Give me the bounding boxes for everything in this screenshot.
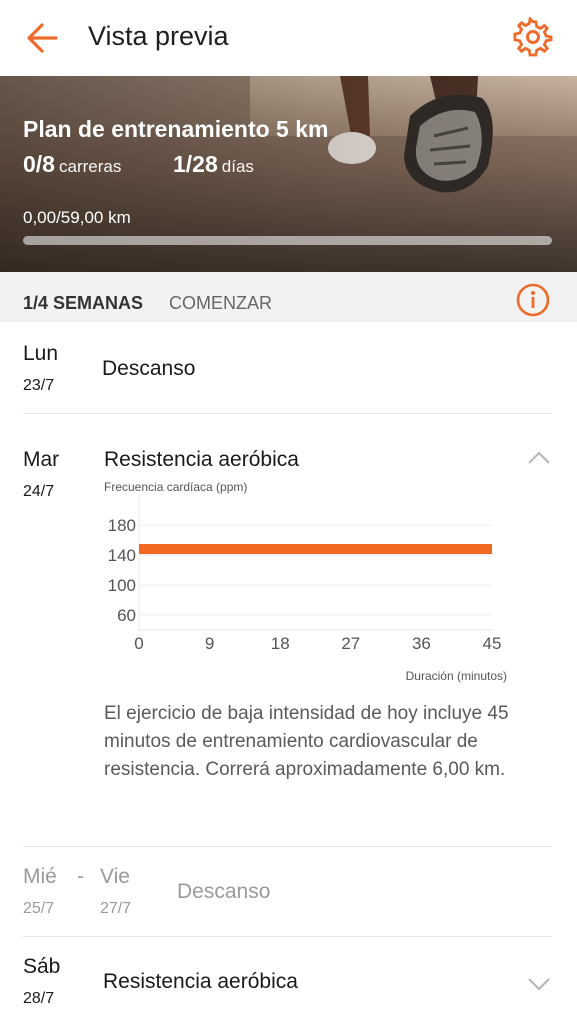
runs-unit: carreras <box>58 157 122 176</box>
heart-rate-chart: Frecuencia cardíaca (ppm) Duración (minu… <box>104 480 507 683</box>
day-date: 23/7 <box>23 377 55 394</box>
activity-label: Resistencia aeróbica <box>104 448 299 471</box>
plan-title: Plan de entrenamiento 5 km <box>23 116 329 142</box>
chart-x-tick-label: 45 <box>483 634 502 653</box>
chart-x-tick-label: 36 <box>412 634 431 653</box>
activity-description: El ejercicio de baja intensidad de hoy i… <box>104 703 509 780</box>
divider <box>23 846 552 847</box>
range-separator: - <box>77 865 84 888</box>
chevron-down-icon[interactable] <box>527 976 551 992</box>
days-value: 1/28 <box>173 151 218 177</box>
gear-icon[interactable] <box>513 17 553 57</box>
chart-y-tick-label: 140 <box>108 546 136 565</box>
day-name: Sáb <box>23 955 61 978</box>
runs-value: 0/8 <box>23 151 55 177</box>
plan-banner: Plan de entrenamiento 5 km 0/8 carreras 1… <box>0 76 577 272</box>
day-date: 24/7 <box>23 483 55 500</box>
day-name-from: Mié <box>23 865 57 888</box>
activity-label: Descanso <box>177 880 271 903</box>
arrow-left-icon[interactable] <box>22 18 62 58</box>
chart-y-tick-label: 180 <box>108 516 136 535</box>
chart-y-tick-label: 60 <box>117 606 136 625</box>
app-bar: Vista previa <box>0 0 577 76</box>
chart-x-label: Duración (minutos) <box>406 669 507 683</box>
week-header: 1/4 SEMANAS COMENZAR <box>0 272 577 322</box>
chart-y-label: Frecuencia cardíaca (ppm) <box>104 480 247 494</box>
chart-x-tick-label: 27 <box>341 634 360 653</box>
days-stat: 1/28 días <box>173 151 254 178</box>
activity-label: Descanso <box>102 357 196 380</box>
chart-x-tick-label: 9 <box>205 634 214 653</box>
day-date-to: 27/7 <box>100 900 132 917</box>
page-title: Vista previa <box>88 21 229 51</box>
distance-progress-bar <box>23 236 552 245</box>
activity-label: Resistencia aeróbica <box>103 970 298 993</box>
chevron-up-icon[interactable] <box>527 450 551 466</box>
chart-x-tick-label: 0 <box>134 634 143 653</box>
runs-stat: 0/8 carreras <box>23 151 121 178</box>
day-name: Lun <box>23 342 59 365</box>
days-unit: días <box>221 157 254 176</box>
day-name: Mar <box>23 448 60 471</box>
day-date-from: 25/7 <box>23 900 55 917</box>
divider <box>23 936 552 937</box>
chart-x-tick-label: 18 <box>271 634 290 653</box>
distance-progress-text: 0,00/59,00 km <box>23 208 131 227</box>
week-label: 1/4 SEMANAS <box>23 293 144 313</box>
chart-y-tick-label: 100 <box>108 576 136 595</box>
divider <box>23 413 552 414</box>
info-icon[interactable] <box>516 283 550 317</box>
day-name-to: Vie <box>100 865 130 888</box>
day-date: 28/7 <box>23 990 55 1007</box>
start-button[interactable]: COMENZAR <box>169 293 272 314</box>
